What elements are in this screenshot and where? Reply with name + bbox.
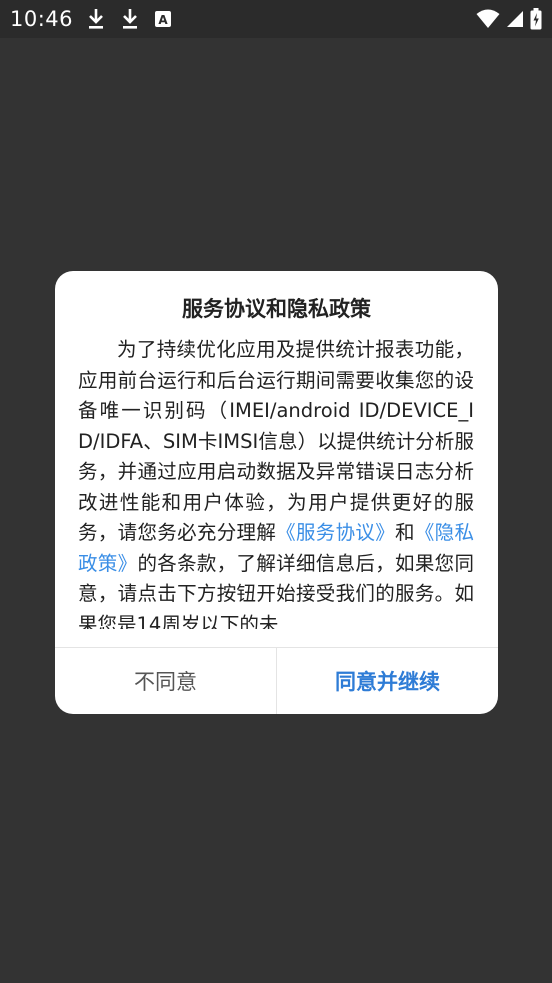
screen: 10:46 A 服务协议和隐私政策 为了持续优化应用及提供统计报表功能，应用前台…	[0, 0, 552, 983]
wifi-icon	[476, 9, 500, 29]
status-bar: 10:46 A	[0, 0, 552, 38]
a-box-icon: A	[155, 11, 172, 27]
body-text-part1: 为了持续优化应用及提供统计报表功能，应用前台运行和后台运行期间需要收集您的设备唯…	[78, 338, 474, 544]
service-agreement-link[interactable]: 《服务协议》	[276, 521, 395, 544]
download-icon	[87, 8, 105, 30]
download-icon	[121, 8, 139, 30]
dialog-title: 服务协议和隐私政策	[182, 297, 371, 321]
body-text-and: 和	[395, 521, 415, 544]
signal-icon	[506, 10, 524, 28]
a-box-letter: A	[158, 13, 168, 27]
dialog-body-text: 为了持续优化应用及提供统计报表功能，应用前台运行和后台运行期间需要收集您的设备唯…	[78, 335, 474, 629]
battery-icon	[530, 8, 542, 30]
status-time: 10:46	[10, 7, 74, 31]
privacy-dialog: 服务协议和隐私政策 为了持续优化应用及提供统计报表功能，应用前台运行和后台运行期…	[55, 271, 498, 714]
dialog-footer: 不同意 同意并继续	[55, 647, 498, 714]
body-text-part2: 的各条款，了解详细信息后，如果您同意，请点击下方按钮开始接受我们的服务。如果您是…	[78, 551, 474, 630]
agree-continue-button[interactable]: 同意并继续	[277, 648, 498, 714]
disagree-button[interactable]: 不同意	[55, 648, 277, 714]
dialog-body-scroll[interactable]: 为了持续优化应用及提供统计报表功能，应用前台运行和后台运行期间需要收集您的设备唯…	[78, 335, 474, 629]
